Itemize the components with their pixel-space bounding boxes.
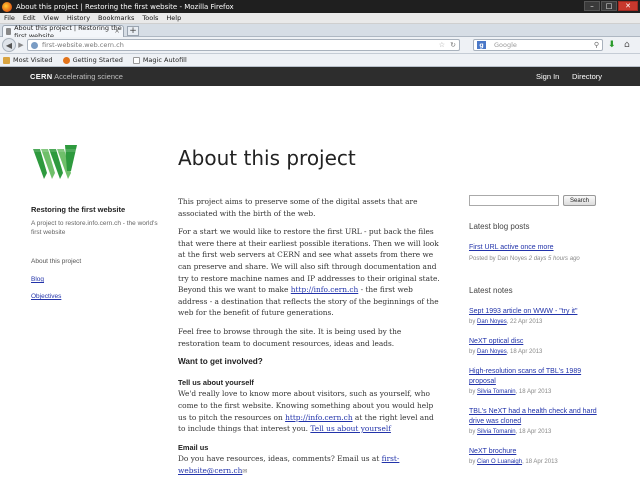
- tab-active[interactable]: About this project | Restoring the first…: [2, 24, 124, 40]
- bookmark-star-icon[interactable]: ☆: [439, 41, 445, 49]
- site-title: Restoring the first website: [31, 205, 126, 214]
- note-link[interactable]: NeXT brochure: [469, 447, 597, 457]
- window-titlebar: About this project | Restoring the first…: [0, 0, 640, 13]
- page-favicon-icon: [6, 28, 12, 35]
- mail-icon: ✉: [242, 467, 248, 475]
- tab-strip: About this project | Restoring the first…: [0, 24, 640, 40]
- menu-edit[interactable]: Edit: [23, 14, 36, 22]
- menu-tools[interactable]: Tools: [142, 14, 158, 22]
- cern-tagline: Accelerating science: [54, 72, 123, 81]
- note-author-link[interactable]: Dan Noyes: [477, 319, 507, 325]
- note-author-link[interactable]: Silvia Tomanin: [477, 429, 516, 435]
- sign-in-link[interactable]: Sign In: [536, 72, 559, 81]
- browser-search-bar[interactable]: g Google ⚲: [473, 39, 603, 51]
- cern-brand-name: CERN: [30, 72, 53, 81]
- nav-blog-link[interactable]: Blog: [31, 276, 44, 283]
- menu-bookmarks[interactable]: Bookmarks: [98, 14, 134, 22]
- info-cern-link-2[interactable]: http://info.cern.ch: [285, 413, 352, 422]
- magnifier-icon[interactable]: ⚲: [594, 41, 599, 49]
- window-title: About this project | Restoring the first…: [16, 2, 234, 11]
- note-meta: by Silvia Tomanin, 18 Apr 2013: [469, 389, 552, 395]
- menu-view[interactable]: View: [43, 14, 58, 22]
- site-description: A project to restore.info.cern.ch - the …: [31, 220, 158, 236]
- home-icon[interactable]: ⌂: [624, 40, 634, 50]
- blog-post-meta: Posted by Dan Noyes 2 days 5 hours ago: [469, 256, 580, 262]
- note-link[interactable]: TBL's NeXT had a health check and hard d…: [469, 407, 597, 427]
- maximize-button[interactable]: □: [601, 1, 617, 11]
- nav-about-active[interactable]: About this project: [31, 258, 81, 265]
- email-paragraph: Do you have resources, ideas, comments? …: [178, 454, 400, 475]
- tell-us-heading: Tell us about yourself: [178, 377, 254, 387]
- note-author-link[interactable]: Cian O Luanaigh: [477, 459, 522, 465]
- main-content: This project aims to preserve some of th…: [178, 196, 443, 484]
- note-link[interactable]: NeXT optical disc: [469, 337, 597, 347]
- tell-us-paragraph: We'd really love to know more about visi…: [178, 389, 434, 434]
- note-link[interactable]: High-resolution scans of TBL's 1989 prop…: [469, 367, 597, 387]
- cern-brand[interactable]: CERN Accelerating science: [30, 72, 123, 81]
- notes-heading: Latest notes: [469, 286, 513, 295]
- note-meta: by Silvia Tomanin, 18 Apr 2013: [469, 429, 552, 435]
- blog-posts-heading: Latest blog posts: [469, 222, 530, 231]
- back-arrow-icon[interactable]: ◀: [2, 38, 16, 52]
- firefox-icon: [2, 1, 12, 12]
- email-heading: Email us: [178, 442, 209, 452]
- reload-icon[interactable]: ↻: [450, 41, 456, 49]
- browse-paragraph: Feel free to browse through the site. It…: [178, 326, 402, 348]
- menu-help[interactable]: Help: [166, 14, 181, 22]
- url-text: first-website.web.cern.ch: [42, 41, 124, 49]
- directory-link[interactable]: Directory: [572, 72, 602, 81]
- download-arrow-icon[interactable]: ⬇: [608, 40, 616, 50]
- close-window-button[interactable]: ✕: [618, 1, 638, 11]
- bookmark-getting-started[interactable]: Getting Started: [62, 56, 123, 64]
- google-engine-icon[interactable]: g: [477, 41, 486, 49]
- minimize-button[interactable]: –: [584, 1, 600, 11]
- page-icon: [132, 56, 140, 64]
- tab-close-icon[interactable]: ×: [114, 27, 120, 35]
- site-logo-w[interactable]: [31, 143, 79, 183]
- bookmarks-toolbar: Most Visited Getting Started Magic Autof…: [0, 54, 640, 67]
- involved-heading: Want to get involved?: [178, 357, 263, 367]
- info-cern-link[interactable]: http://info.cern.ch: [291, 285, 358, 294]
- search-placeholder: Google: [494, 41, 517, 49]
- nav-objectives-link[interactable]: Objectives: [31, 293, 61, 300]
- bookmark-most-visited[interactable]: Most Visited: [3, 56, 53, 64]
- note-author-link[interactable]: Dan Noyes: [477, 349, 507, 355]
- blog-post-link[interactable]: First URL active once more: [469, 243, 597, 253]
- menu-bar: File Edit View History Bookmarks Tools H…: [0, 13, 640, 24]
- note-meta: by Dan Noyes, 22 Apr 2013: [469, 319, 543, 325]
- intro-paragraph: This project aims to preserve some of th…: [178, 197, 418, 218]
- firefox-icon: [62, 56, 70, 64]
- window-controls: – □ ✕: [584, 1, 638, 11]
- tell-us-link[interactable]: Tell us about yourself: [310, 424, 391, 433]
- note-meta: by Cian O Luanaigh, 18 Apr 2013: [469, 459, 558, 465]
- page-title: About this project: [178, 146, 356, 170]
- folder-icon: [3, 56, 10, 64]
- note-link[interactable]: Sept 1993 article on WWW - "try it": [469, 307, 597, 317]
- url-bar[interactable]: first-website.web.cern.ch ☆ ↻: [27, 39, 460, 51]
- cern-top-bar: CERN Accelerating science Sign In Direct…: [0, 67, 640, 86]
- site-search-button[interactable]: Search: [563, 195, 596, 206]
- navigation-toolbar: ◀ ▶ first-website.web.cern.ch ☆ ↻ g Goog…: [0, 37, 640, 54]
- note-meta: by Dan Noyes, 18 Apr 2013: [469, 349, 543, 355]
- globe-icon: [31, 41, 38, 49]
- menu-history[interactable]: History: [67, 14, 90, 22]
- forward-arrow-icon[interactable]: ▶: [16, 40, 26, 50]
- site-search-input[interactable]: [469, 195, 559, 206]
- bookmark-magic-autofill[interactable]: Magic Autofill: [132, 56, 187, 64]
- note-author-link[interactable]: Silvia Tomanin: [477, 389, 516, 395]
- new-tab-button[interactable]: +: [127, 26, 139, 36]
- menu-file[interactable]: File: [4, 14, 15, 22]
- plan-paragraph: For a start we would like to restore the…: [178, 227, 440, 318]
